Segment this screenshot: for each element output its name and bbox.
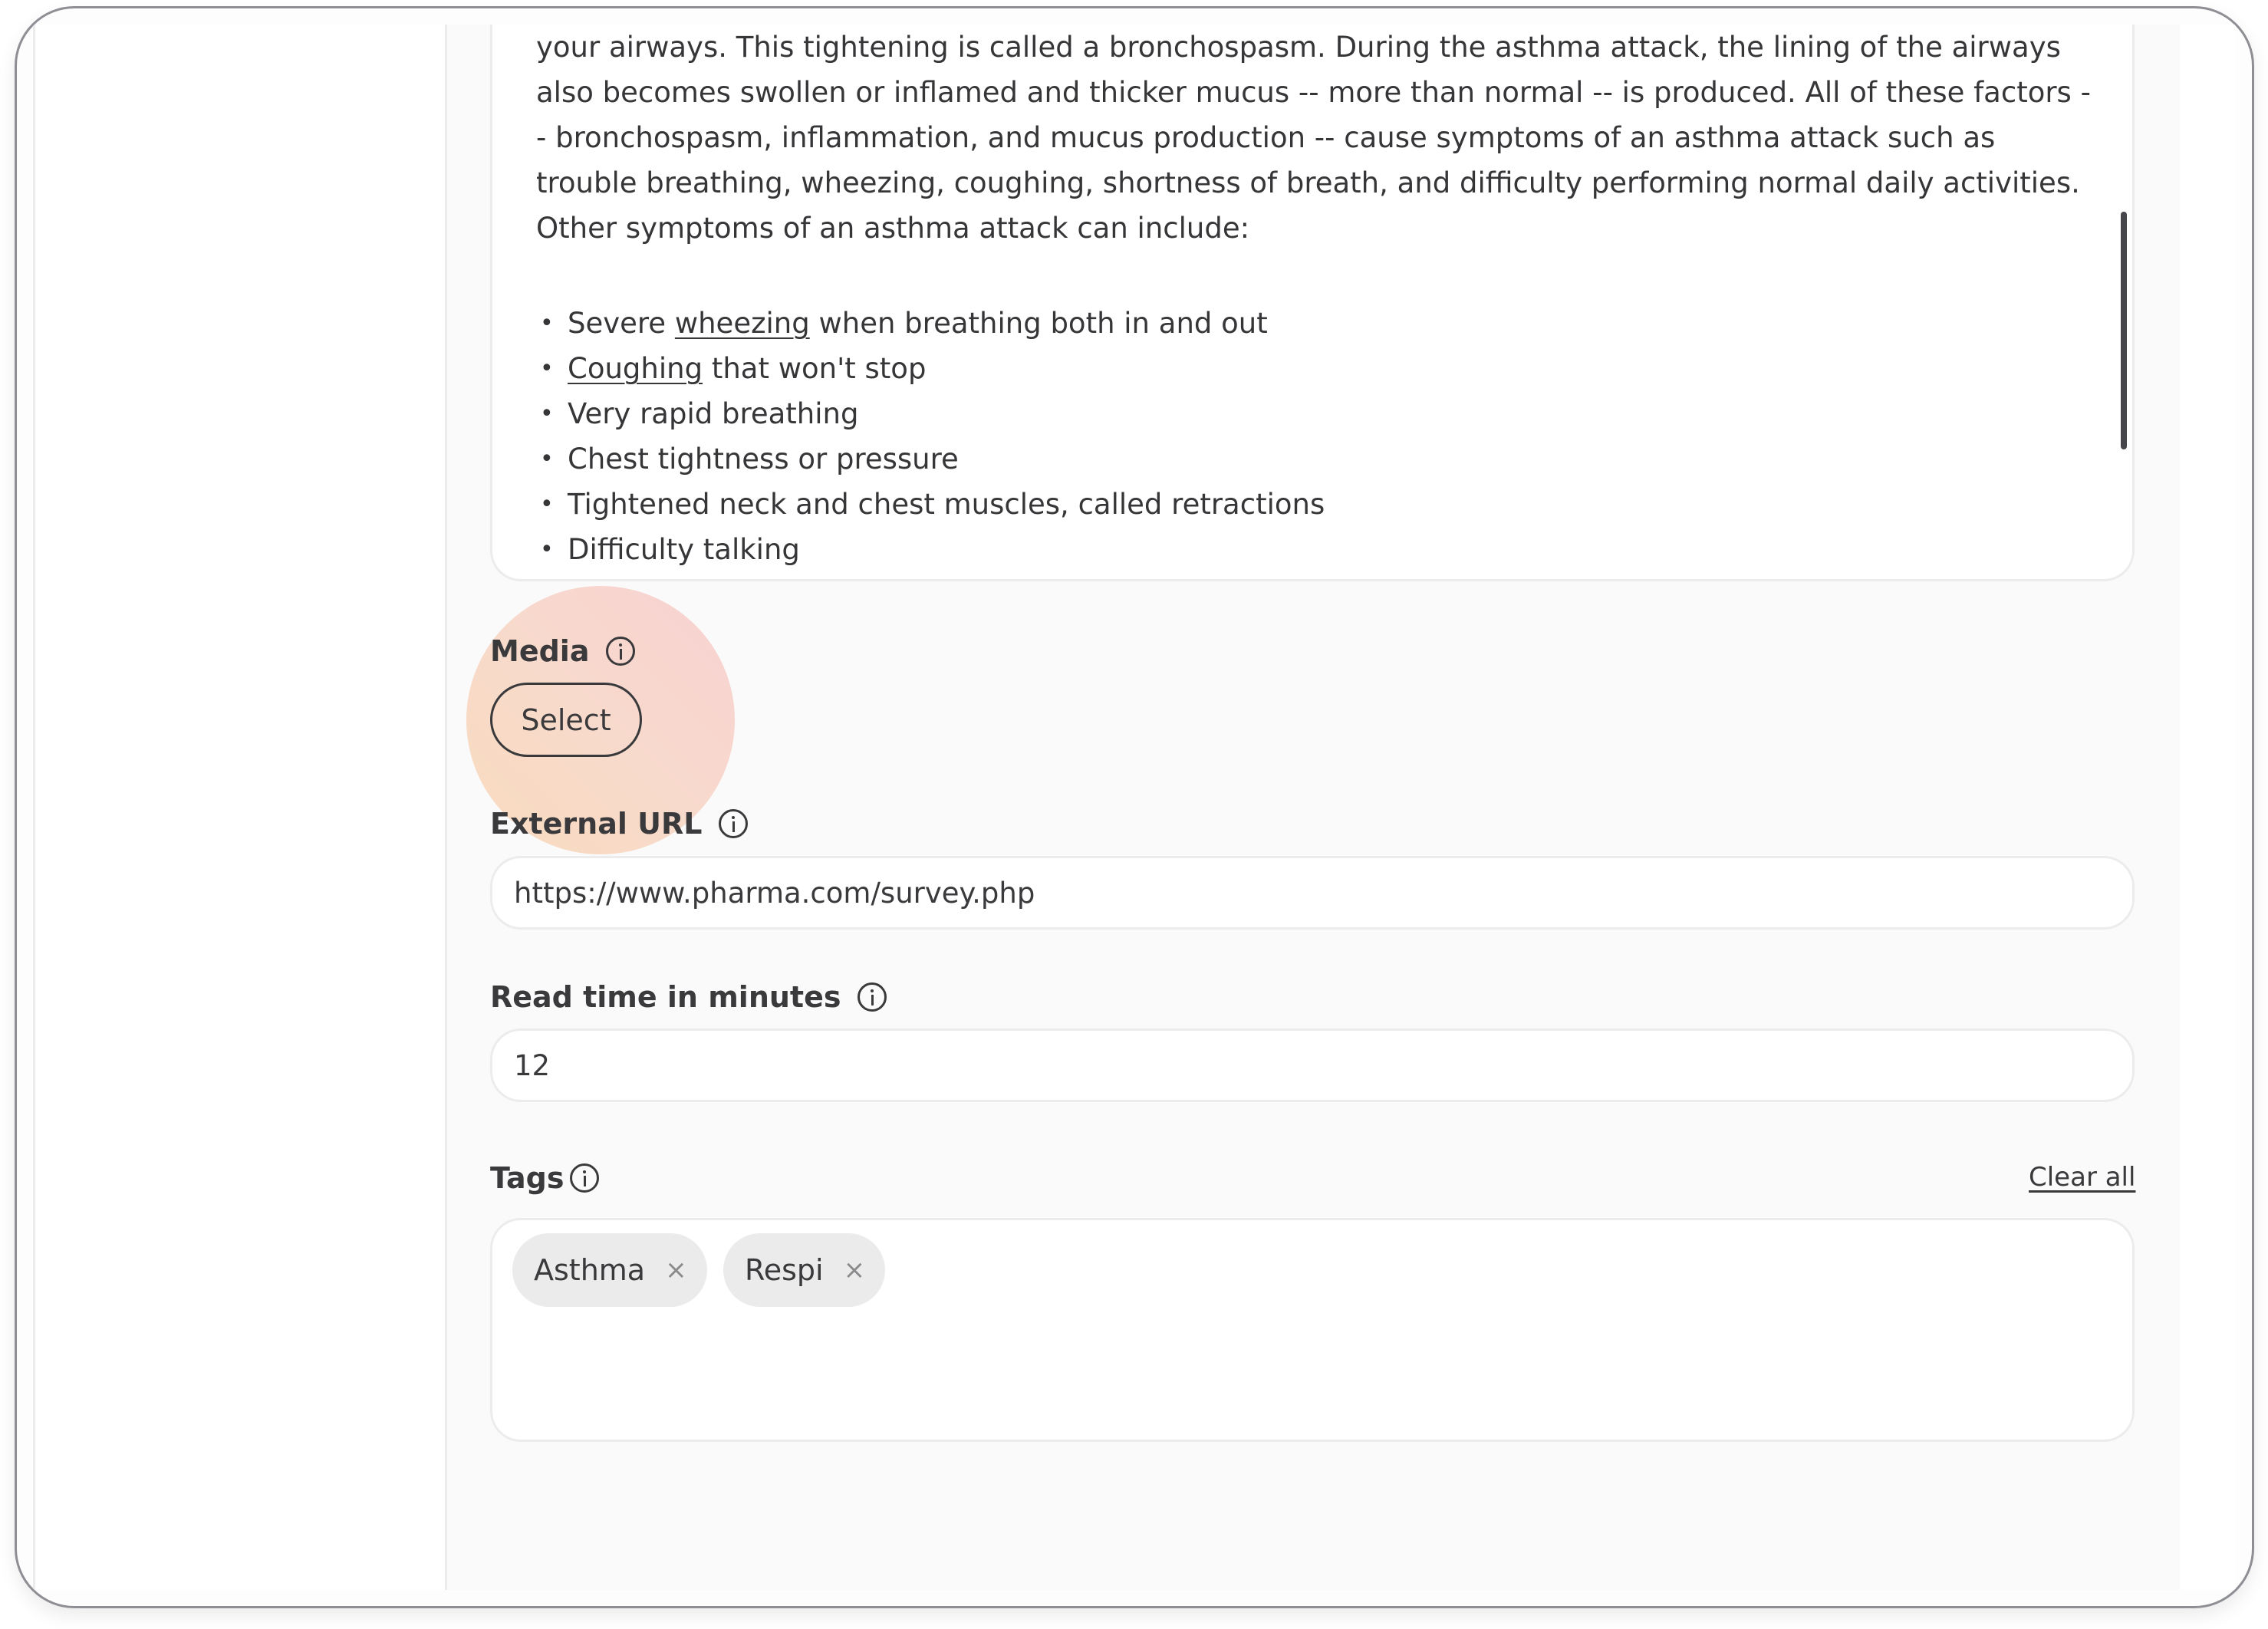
- read-time-input[interactable]: 12: [490, 1028, 2135, 1102]
- info-circle-icon[interactable]: [606, 637, 636, 666]
- tag-chip-respi: Respi ×: [723, 1233, 886, 1307]
- editor-scrollbar[interactable]: [2121, 212, 2127, 449]
- symptoms-list: Severe wheezing when breathing both in a…: [523, 301, 1325, 579]
- info-circle-icon[interactable]: [857, 982, 887, 1012]
- list-item: Coughing that won't stop: [523, 346, 1325, 391]
- info-circle-icon[interactable]: [570, 1163, 600, 1193]
- device-frame: your airways. This tightening is called …: [15, 6, 2254, 1608]
- list-item: Severe wheezing when breathing both in a…: [523, 301, 1325, 346]
- external-url-label: External URL: [490, 807, 749, 841]
- tag-chip-asthma: Asthma ×: [512, 1233, 707, 1307]
- app-screen: your airways. This tightening is called …: [33, 25, 2236, 1590]
- content-editor-panel: your airways. This tightening is called …: [445, 25, 2182, 1590]
- media-label: Media: [490, 634, 636, 668]
- close-icon[interactable]: ×: [844, 1257, 866, 1283]
- coughing-link[interactable]: Coughing: [568, 352, 703, 385]
- external-url-input[interactable]: https://www.pharma.com/survey.php: [490, 856, 2135, 930]
- close-icon[interactable]: ×: [665, 1257, 687, 1283]
- tags-input[interactable]: Asthma × Respi ×: [490, 1218, 2135, 1442]
- tags-label: Tags: [490, 1161, 600, 1195]
- sidebar: [33, 25, 447, 1590]
- right-margin: [2180, 25, 2236, 1590]
- article-paragraph: your airways. This tightening is called …: [536, 31, 2091, 245]
- read-time-label: Read time in minutes: [490, 980, 887, 1014]
- list-item: Difficulty talking: [523, 527, 1325, 572]
- list-item: Tightened neck and chest muscles, called…: [523, 482, 1325, 527]
- wheezing-link[interactable]: wheezing: [675, 307, 810, 340]
- list-item: Chest tightness or pressure: [523, 436, 1325, 482]
- list-item: Feelings of anxiety or panic: [523, 572, 1325, 579]
- list-item: Very rapid breathing: [523, 391, 1325, 436]
- rich-text-editor[interactable]: your airways. This tightening is called …: [490, 25, 2135, 581]
- clear-all-tags-link[interactable]: Clear all: [2029, 1162, 2135, 1193]
- media-select-button[interactable]: Select: [490, 683, 642, 757]
- info-circle-icon[interactable]: [719, 809, 749, 838]
